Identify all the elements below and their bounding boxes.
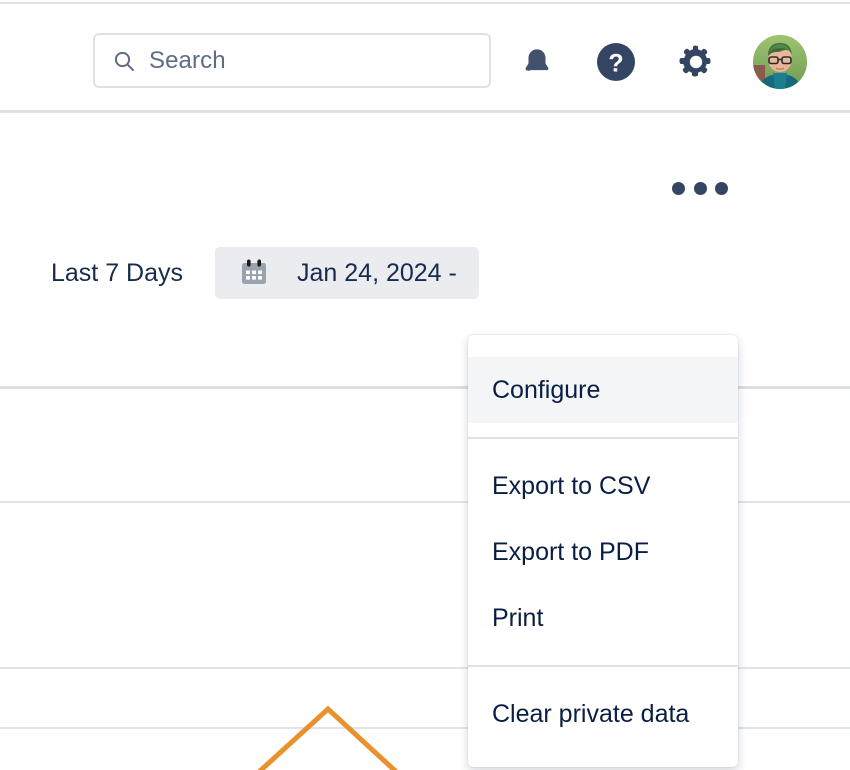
menu-separator bbox=[468, 437, 738, 439]
bell-icon[interactable] bbox=[516, 42, 558, 84]
avatar[interactable] bbox=[753, 35, 807, 89]
more-options-button[interactable] bbox=[672, 175, 728, 201]
search-input[interactable]: Search bbox=[93, 33, 491, 88]
ellipsis-icon bbox=[694, 182, 707, 195]
svg-text:?: ? bbox=[608, 50, 623, 78]
app-header: Search ? bbox=[0, 4, 850, 113]
date-range-picker[interactable]: Jan 24, 2024 - bbox=[215, 247, 479, 299]
date-range-toolbar: Last 7 Days Jan 24, 202 bbox=[0, 243, 850, 303]
ellipsis-icon bbox=[672, 182, 685, 195]
date-range-value: Jan 24, 2024 - bbox=[297, 259, 457, 288]
help-circle-icon[interactable]: ? bbox=[594, 40, 638, 84]
menu-item-print[interactable]: Print bbox=[468, 585, 738, 651]
menu-item-configure[interactable]: Configure bbox=[468, 357, 738, 423]
gear-icon[interactable] bbox=[674, 40, 718, 84]
menu-item-clear-private-data[interactable]: Clear private data bbox=[468, 681, 738, 747]
search-placeholder-text: Search bbox=[149, 47, 226, 75]
calendar-icon bbox=[237, 256, 271, 290]
menu-item-export-to-csv[interactable]: Export to CSV bbox=[468, 453, 738, 519]
context-menu: Configure Export to CSVExport to PDFPrint… bbox=[468, 335, 738, 767]
menu-separator bbox=[468, 665, 738, 667]
ellipsis-icon bbox=[715, 182, 728, 195]
date-range-label: Last 7 Days bbox=[51, 259, 183, 288]
menu-item-export-to-pdf[interactable]: Export to PDF bbox=[468, 519, 738, 585]
page-content: Last 7 Days Jan 24, 202 bbox=[0, 113, 850, 770]
chart-series-line bbox=[137, 709, 517, 770]
search-icon bbox=[112, 49, 136, 73]
